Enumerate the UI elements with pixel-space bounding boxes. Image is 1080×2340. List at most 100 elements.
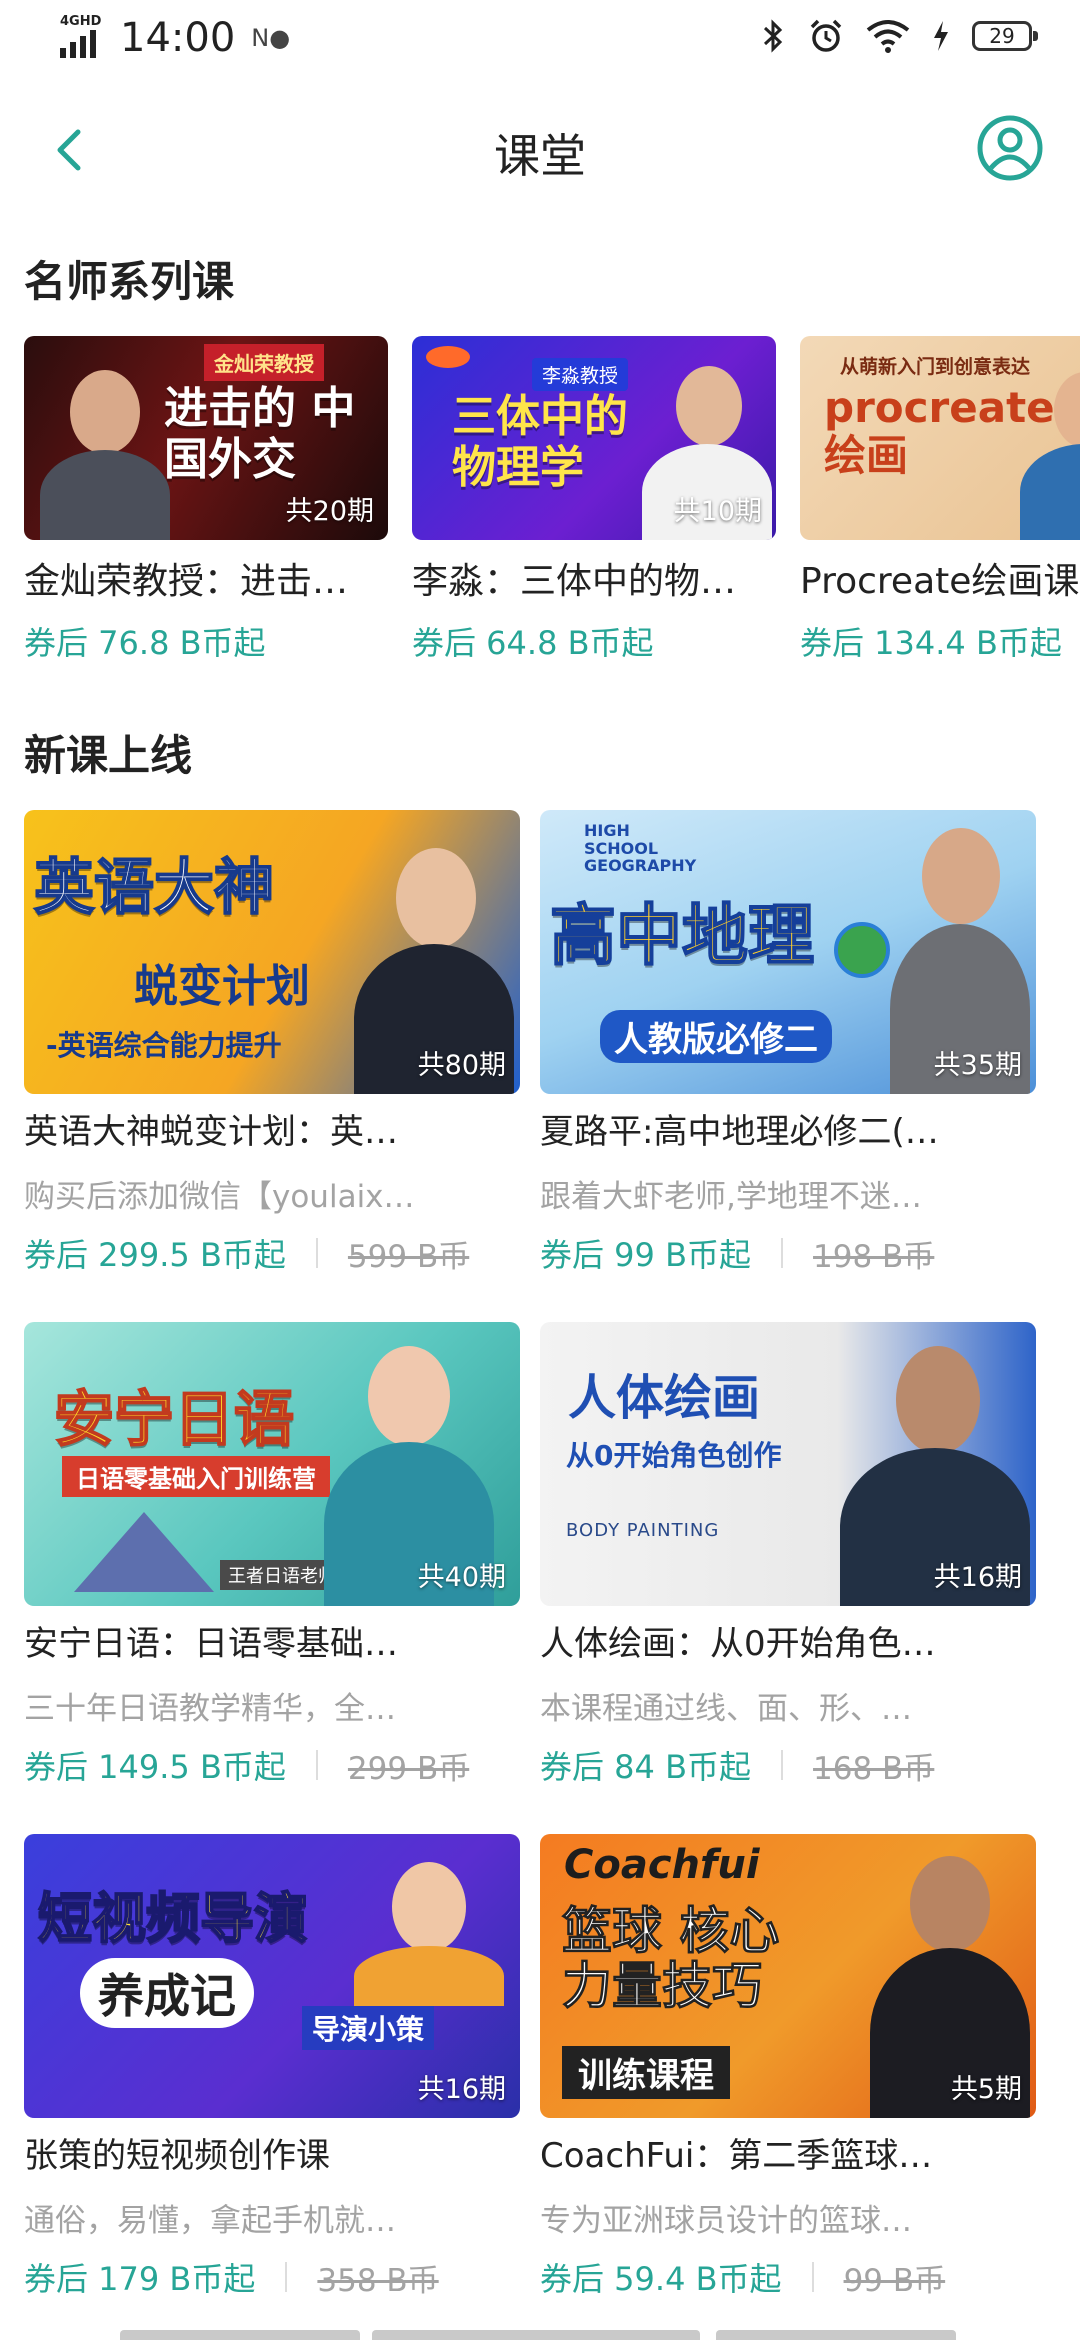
- course-thumbnail: 李淼教授 三体中的 物理学 共10期: [412, 336, 776, 540]
- course-card[interactable]: HIGH SCHOOL GEOGRAPHY 高中地理 人教版必修二 共35期 夏…: [540, 810, 1036, 1276]
- price-row: 券后 84 B币起 168 B币: [540, 1742, 1036, 1788]
- course-price: 券后 99 B币起: [540, 1236, 752, 1274]
- episode-count: 共10期: [673, 496, 762, 527]
- signal-icon: 4GHD: [58, 14, 106, 62]
- featured-course-card[interactable]: 从萌新入门到创意表达 procreate 绘画 共 Procreate绘画课 券…: [800, 336, 1080, 664]
- episode-count: 共35期: [933, 1050, 1022, 1081]
- featured-course-card[interactable]: 金灿荣教授 进击的 中国外交 共20期 金灿荣教授：进击… 券后 76.8 B币…: [24, 336, 388, 664]
- thumb-subtitle-2: HIGH SCHOOL GEOGRAPHY: [584, 821, 697, 876]
- bluetooth-icon: [763, 19, 783, 53]
- course-title: 金灿荣教授：进击…: [24, 561, 349, 602]
- course-description: 三十年日语教学精华，全…: [24, 1691, 396, 1727]
- course-thumbnail: 安宁日语 日语零基础入门训练营 王者日语老师 安宁 共40期: [24, 1322, 520, 1606]
- price-divider: [781, 1750, 784, 1780]
- status-bar: 4GHD 14:00 N● 29: [0, 0, 1080, 84]
- course-price: 券后 149.5 B币起: [24, 1748, 286, 1786]
- profile-button[interactable]: [976, 114, 1044, 182]
- thumb-tag: 从萌新入门到创意表达: [840, 356, 1031, 378]
- price-divider: [315, 1238, 318, 1268]
- episode-count: 共5期: [950, 2074, 1022, 2105]
- thumb-headline: 人体绘画: [568, 1370, 761, 1426]
- thumb-headline: 高中地理: [549, 897, 815, 975]
- page-title: 课堂: [494, 129, 586, 183]
- app-header: 课堂: [0, 100, 1080, 200]
- course-title: 李淼：三体中的物…: [412, 561, 737, 602]
- price-divider: [315, 1750, 318, 1780]
- course-price: 券后 134.4 B币起: [800, 624, 1062, 662]
- alarm-icon: [810, 19, 842, 52]
- thumb-headline: 英语大神: [33, 853, 275, 924]
- thumb-headline: 三体中的 物理学: [452, 391, 628, 493]
- section-title-featured: 名师系列课: [24, 257, 235, 306]
- thumb-subtitle-2: 训练课程: [562, 2046, 730, 2099]
- user-icon: [977, 115, 1043, 181]
- original-price: 599 B币: [347, 1238, 470, 1275]
- thumb-headline: Coachfui: [564, 1842, 760, 1888]
- course-description: 跟着大虾老师,学地理不迷…: [540, 1179, 922, 1215]
- next-card-edge: [120, 2330, 360, 2340]
- episode-count: 共16期: [417, 2074, 506, 2105]
- course-title: 安宁日语：日语零基础…: [24, 1624, 398, 1664]
- course-thumbnail: 英语大神 蜕变计划 -英语综合能力提升 共80期: [24, 810, 520, 1094]
- notification-icons: N●: [251, 24, 291, 52]
- course-thumbnail: 短视频导演 养成记 导演小策 共16期: [24, 1834, 520, 2118]
- wifi-icon: [866, 20, 910, 53]
- next-card-edge: [372, 2330, 700, 2340]
- course-thumbnail: 人体绘画 从0开始角色创作 BODY PAINTING 共16期: [540, 1322, 1036, 1606]
- instructor-photo: [354, 1854, 504, 2094]
- thumb-subtitle: 日语零基础入门训练营: [62, 1456, 330, 1497]
- price-row: 券后 59.4 B币起 99 B币: [540, 2254, 1036, 2300]
- course-thumbnail: 从萌新入门到创意表达 procreate 绘画 共: [800, 336, 1080, 540]
- price-row: 券后 299.5 B币起 599 B币: [24, 1230, 520, 1276]
- thumb-tag: 金灿荣教授: [204, 344, 324, 381]
- course-description: 专为亚洲球员设计的篮球…: [540, 2203, 912, 2239]
- clock: 14:00: [120, 15, 236, 61]
- thumb-subtitle: 蜕变计划: [134, 961, 310, 1012]
- thumb-subtitle: 养成记: [80, 1958, 254, 2028]
- course-card[interactable]: 安宁日语 日语零基础入门训练营 王者日语老师 安宁 共40期 安宁日语：日语零基…: [24, 1322, 520, 1788]
- original-price: 358 B币: [317, 2262, 439, 2299]
- course-description: 购买后添加微信【youlaix…: [24, 1179, 415, 1215]
- course-price: 券后 84 B币起: [540, 1748, 752, 1786]
- course-title: 英语大神蜕变计划：英…: [24, 1112, 398, 1152]
- thumb-subtitle: 从0开始角色创作: [566, 1439, 782, 1472]
- course-price: 券后 299.5 B币起: [24, 1236, 286, 1274]
- course-price: 券后 59.4 B币起: [540, 2260, 782, 2298]
- episode-count: 共40期: [417, 1562, 506, 1593]
- price-row: 券后 149.5 B币起 299 B币: [24, 1742, 520, 1788]
- thumb-headline: procreate 绘画: [824, 383, 1055, 481]
- episode-count: 共80期: [417, 1050, 506, 1081]
- network-type: 4GHD: [60, 14, 102, 29]
- thumb-subtitle: 篮球 核心力量技巧: [562, 1902, 780, 2015]
- thumb-headline: 安宁日语: [53, 1385, 295, 1456]
- featured-course-row[interactable]: 金灿荣教授 进击的 中国外交 共20期 金灿荣教授：进击… 券后 76.8 B币…: [24, 336, 1080, 666]
- original-price: 299 B币: [347, 1750, 470, 1787]
- course-card[interactable]: 英语大神 蜕变计划 -英语综合能力提升 共80期 英语大神蜕变计划：英… 购买后…: [24, 810, 520, 1276]
- course-thumbnail: HIGH SCHOOL GEOGRAPHY 高中地理 人教版必修二 共35期: [540, 810, 1036, 1094]
- thumb-tag: 李淼教授: [532, 358, 629, 391]
- course-description: 本课程通过线、面、形、…: [540, 1691, 912, 1727]
- thumb-headline: 短视频导演: [37, 1886, 309, 1950]
- course-thumbnail: 金灿荣教授 进击的 中国外交 共20期: [24, 336, 388, 540]
- course-card[interactable]: 短视频导演 养成记 导演小策 共16期 张策的短视频创作课 通俗，易懂，拿起手机…: [24, 1834, 520, 2300]
- battery-icon: 29: [972, 21, 1038, 51]
- course-title: 夏路平:高中地理必修二(…: [540, 1112, 939, 1152]
- original-price: 168 B币: [813, 1750, 935, 1787]
- course-title: Procreate绘画课: [800, 561, 1080, 602]
- episode-count: 共16期: [933, 1562, 1022, 1593]
- episode-count: 共20期: [285, 496, 374, 527]
- course-price: 券后 76.8 B币起: [24, 624, 266, 662]
- price-divider: [285, 2262, 288, 2292]
- course-card[interactable]: 人体绘画 从0开始角色创作 BODY PAINTING 共16期 人体绘画：从0…: [540, 1322, 1036, 1788]
- course-price: 券后 64.8 B币起: [412, 624, 654, 662]
- featured-course-card[interactable]: 李淼教授 三体中的 物理学 共10期 李淼：三体中的物… 券后 64.8 B币起: [412, 336, 776, 664]
- course-thumbnail: Coachfui 篮球 核心力量技巧 训练课程 共5期: [540, 1834, 1036, 2118]
- next-card-edge: [716, 2330, 956, 2340]
- course-price: 券后 179 B币起: [24, 2260, 256, 2298]
- thumb-subtitle: 人教版必修二: [600, 1010, 832, 1063]
- thumb-headline: 进击的 中国外交: [164, 383, 356, 485]
- course-description: 通俗，易懂，拿起手机就…: [24, 2203, 396, 2239]
- price-divider: [811, 2262, 814, 2292]
- course-card[interactable]: Coachfui 篮球 核心力量技巧 训练课程 共5期 CoachFui：第二季…: [540, 1834, 1036, 2300]
- thumb-subtitle-2: -英语综合能力提升: [46, 1029, 282, 1062]
